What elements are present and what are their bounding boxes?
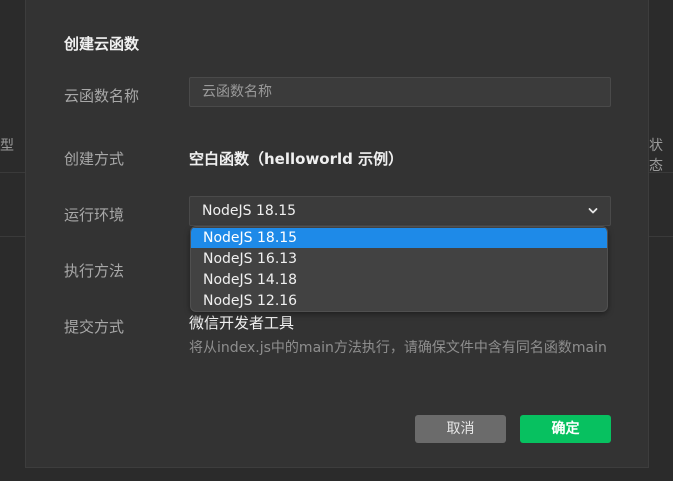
- exec-hint-text: 将从index.js中的main方法执行，请确保文件中含有同名函数main: [189, 340, 607, 356]
- runtime-dropdown-menu: NodeJS 18.15 NodeJS 16.13 NodeJS 14.18 N…: [190, 226, 608, 312]
- create-method-label: 创建方式: [64, 150, 125, 168]
- chevron-down-icon: [588, 208, 598, 214]
- background-column-header-type: 类型: [0, 138, 14, 154]
- exec-method-label: 执行方法: [64, 262, 125, 280]
- dialog-title: 创建云函数: [64, 35, 140, 53]
- background-divider: [0, 172, 25, 173]
- runtime-selected-value: NodeJS 18.15: [202, 203, 297, 219]
- runtime-label: 运行环境: [64, 206, 125, 224]
- create-method-value: 空白函数（helloworld 示例）: [189, 150, 404, 168]
- background-divider: [0, 236, 25, 237]
- runtime-select[interactable]: NodeJS 18.15: [189, 196, 611, 226]
- runtime-option[interactable]: NodeJS 18.15: [191, 228, 607, 248]
- background-divider: [649, 236, 673, 237]
- runtime-option[interactable]: NodeJS 16.13: [191, 249, 607, 269]
- runtime-option[interactable]: NodeJS 12.16: [191, 291, 607, 311]
- name-label: 云函数名称: [64, 87, 140, 105]
- create-cloud-function-dialog: 创建云函数 云函数名称 创建方式 空白函数（helloworld 示例） 运行环…: [25, 0, 649, 468]
- submit-method-label: 提交方式: [64, 318, 125, 336]
- submit-method-value: 微信开发者工具: [189, 314, 295, 332]
- background-column-header-status: 状态: [649, 138, 663, 174]
- confirm-button[interactable]: 确定: [520, 415, 611, 443]
- function-name-input[interactable]: [189, 77, 611, 107]
- runtime-option[interactable]: NodeJS 14.18: [191, 270, 607, 290]
- cancel-button[interactable]: 取消: [415, 415, 506, 443]
